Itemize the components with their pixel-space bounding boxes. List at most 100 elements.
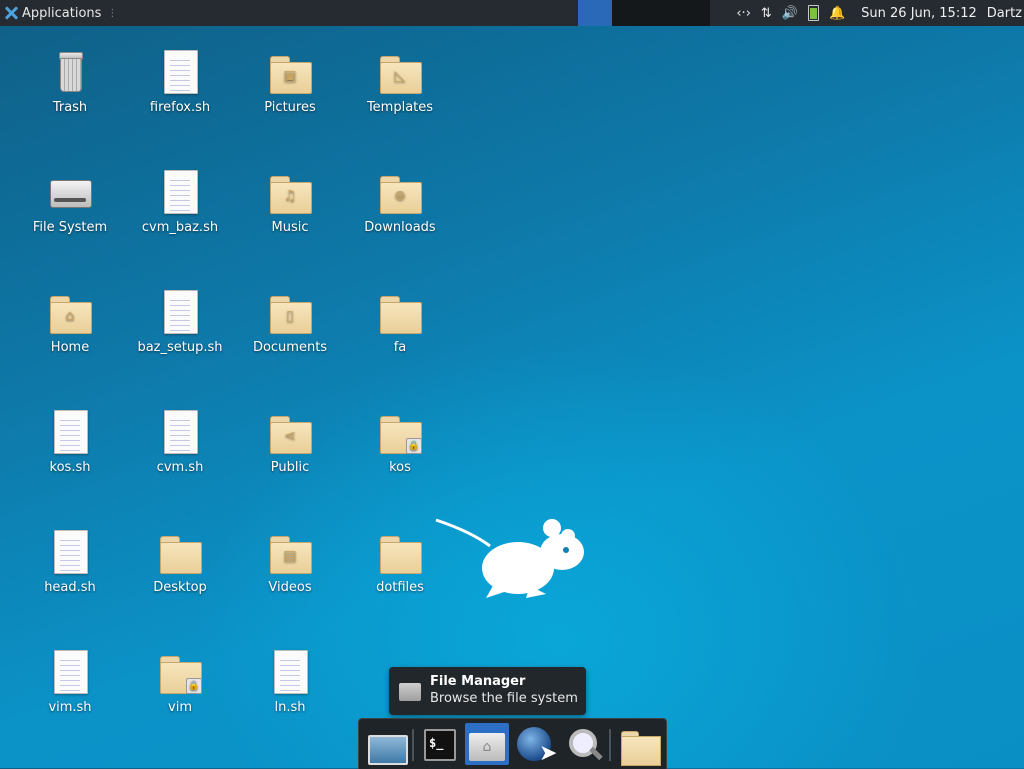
- desktop-icon-home[interactable]: ⌂ Home: [22, 288, 118, 355]
- terminal-launcher[interactable]: $_: [419, 723, 463, 765]
- trash-icon: [46, 48, 94, 96]
- script-file-icon: [156, 408, 204, 456]
- notification-bell-icon[interactable]: 🔔: [829, 6, 845, 21]
- script-file-icon: [46, 408, 94, 456]
- desktop-icon-vim[interactable]: 🔒 vim: [132, 648, 228, 715]
- desktop-icon-label: fa: [393, 340, 407, 355]
- desktop-icon-label: Templates: [366, 100, 434, 115]
- applications-menu-button[interactable]: Applications ⋮: [0, 0, 121, 26]
- desktop-icon-label: Pictures: [264, 100, 316, 115]
- desktop-icon-templates[interactable]: ◺ Templates: [352, 48, 448, 115]
- desktop-icon-label: Music: [271, 220, 309, 235]
- desktop-icon-kos[interactable]: 🔒 kos: [352, 408, 448, 475]
- folder-emblem-icon: ⌂: [65, 308, 75, 324]
- folder-icon: ⋖: [266, 408, 314, 456]
- folder-icon: 🔒: [156, 648, 204, 696]
- desktop-icon-downloads[interactable]: ⊕ Downloads: [352, 168, 448, 235]
- desktop-icon-label: kos.sh: [49, 460, 91, 475]
- script-file-icon: [266, 648, 314, 696]
- desktop-icon-music[interactable]: ♫ Music: [242, 168, 338, 235]
- desktop-icon-cvm-baz-sh[interactable]: cvm_baz.sh: [132, 168, 228, 235]
- clock[interactable]: Sun 26 Jun, 15:12: [861, 6, 977, 21]
- desktop-icon-fa[interactable]: fa: [352, 288, 448, 355]
- desktop-icon-vim-sh[interactable]: vim.sh: [22, 648, 118, 715]
- folder-icon: ⌂: [46, 288, 94, 336]
- workspace-1[interactable]: [578, 0, 612, 26]
- workspace-2[interactable]: [612, 0, 710, 26]
- desktop-icon-label: firefox.sh: [149, 100, 211, 115]
- panel-grip-icon: ⋮: [107, 7, 118, 19]
- folder-emblem-icon: ▣: [283, 68, 297, 84]
- desktop-icon-label: Public: [270, 460, 310, 475]
- desktop-icon-label: Documents: [252, 340, 328, 355]
- folder-emblem-icon: ⋖: [284, 428, 296, 444]
- folder-icon: ▣: [266, 48, 314, 96]
- desktop-icon-label: kos: [389, 460, 411, 475]
- script-file-icon: [46, 528, 94, 576]
- folder-icon: ♫: [266, 168, 314, 216]
- web-browser-launcher[interactable]: ➤: [513, 723, 558, 766]
- battery-icon[interactable]: [807, 5, 819, 21]
- desktop-icon-pictures[interactable]: ▣ Pictures: [242, 48, 338, 115]
- desktop-icon-public[interactable]: ⋖ Public: [242, 408, 338, 475]
- xfce-logo-icon: [4, 6, 18, 20]
- terminal-icon: $_: [424, 729, 456, 761]
- hard-drive-icon: [46, 168, 94, 216]
- desktop-icon-label: Trash: [52, 100, 88, 115]
- desktop-icon-cvm-sh[interactable]: cvm.sh: [132, 408, 228, 475]
- script-file-icon: [156, 288, 204, 336]
- desktop-icon-trash[interactable]: Trash: [22, 48, 118, 115]
- desktop-icon-desktop[interactable]: Desktop: [132, 528, 228, 595]
- folder-icon: ▯: [266, 288, 314, 336]
- dock-separator: [609, 729, 611, 761]
- transfer-icon[interactable]: ⇅: [761, 6, 772, 21]
- folder-emblem-icon: ⊕: [394, 188, 406, 204]
- desktop-icon-label: vim: [168, 700, 192, 715]
- desktop-icon-label: vim.sh: [48, 700, 92, 715]
- desktop-icon-ln-sh[interactable]: ln.sh: [242, 648, 338, 715]
- folder-emblem-icon: ▤: [283, 548, 297, 564]
- user-menu[interactable]: Dartz: [987, 6, 1022, 21]
- desktop-icon-baz-setup-sh[interactable]: baz_setup.sh: [132, 288, 228, 355]
- desktop-icon-label: Videos: [268, 580, 312, 595]
- tooltip-title: File Manager: [430, 674, 526, 689]
- desktop-icon-label: head.sh: [44, 580, 96, 595]
- folder-icon: [156, 528, 204, 576]
- folder-icon: 🔒: [376, 408, 424, 456]
- applications-label: Applications: [22, 5, 102, 21]
- desktop-icon-label: cvm.sh: [156, 460, 204, 475]
- file-manager-launcher[interactable]: ⌂: [465, 723, 509, 765]
- volume-icon[interactable]: 🔊: [782, 6, 798, 21]
- desktop-icon-label: File System: [32, 220, 108, 235]
- desktop-icon-file-system[interactable]: File System: [22, 168, 118, 235]
- file-manager-tooltip: File Manager Browse the file system: [389, 667, 586, 715]
- system-tray: ‹·› ⇅ 🔊 🔔 Sun 26 Jun, 15:12 Dartz: [736, 0, 1024, 26]
- desktop-icon-label: baz_setup.sh: [137, 340, 223, 355]
- desktop-icon-documents[interactable]: ▯ Documents: [242, 288, 338, 355]
- folder-emblem-icon: ♫: [283, 188, 297, 204]
- desktop-icon-head-sh[interactable]: head.sh: [22, 528, 118, 595]
- desktop-icon-label: Downloads: [364, 220, 436, 235]
- network-icon[interactable]: ‹·›: [736, 6, 751, 21]
- folder-emblem-icon: ▯: [286, 308, 294, 324]
- script-file-icon: [46, 648, 94, 696]
- desktop-icon-label: Home: [50, 340, 90, 355]
- desktop-icon-firefox-sh[interactable]: firefox.sh: [132, 48, 228, 115]
- desktop-icon-kos-sh[interactable]: kos.sh: [22, 408, 118, 475]
- dock-separator: [412, 729, 414, 761]
- workspace-switcher: [578, 0, 710, 26]
- lock-emblem-icon: 🔒: [406, 438, 422, 454]
- app-finder-launcher[interactable]: [561, 723, 605, 765]
- desktop-icon-videos[interactable]: ▤ Videos: [242, 528, 338, 595]
- top-panel: Applications ⋮ ‹·› ⇅ 🔊 🔔 Sun 26 Jun, 15:…: [0, 0, 1024, 26]
- drive-icon: [399, 683, 421, 701]
- desktop-icon-label: ln.sh: [274, 700, 306, 715]
- folder-launcher[interactable]: [617, 723, 661, 766]
- tooltip-subtitle: Browse the file system: [430, 691, 578, 706]
- folder-emblem-icon: ◺: [394, 68, 406, 84]
- script-file-icon: [156, 48, 204, 96]
- desktop-icon-label: Desktop: [153, 580, 207, 595]
- cursor-pointer-icon: ➤: [539, 741, 558, 766]
- show-desktop-launcher[interactable]: [364, 723, 408, 765]
- bottom-dock: $_ ⌂ ➤: [358, 718, 667, 769]
